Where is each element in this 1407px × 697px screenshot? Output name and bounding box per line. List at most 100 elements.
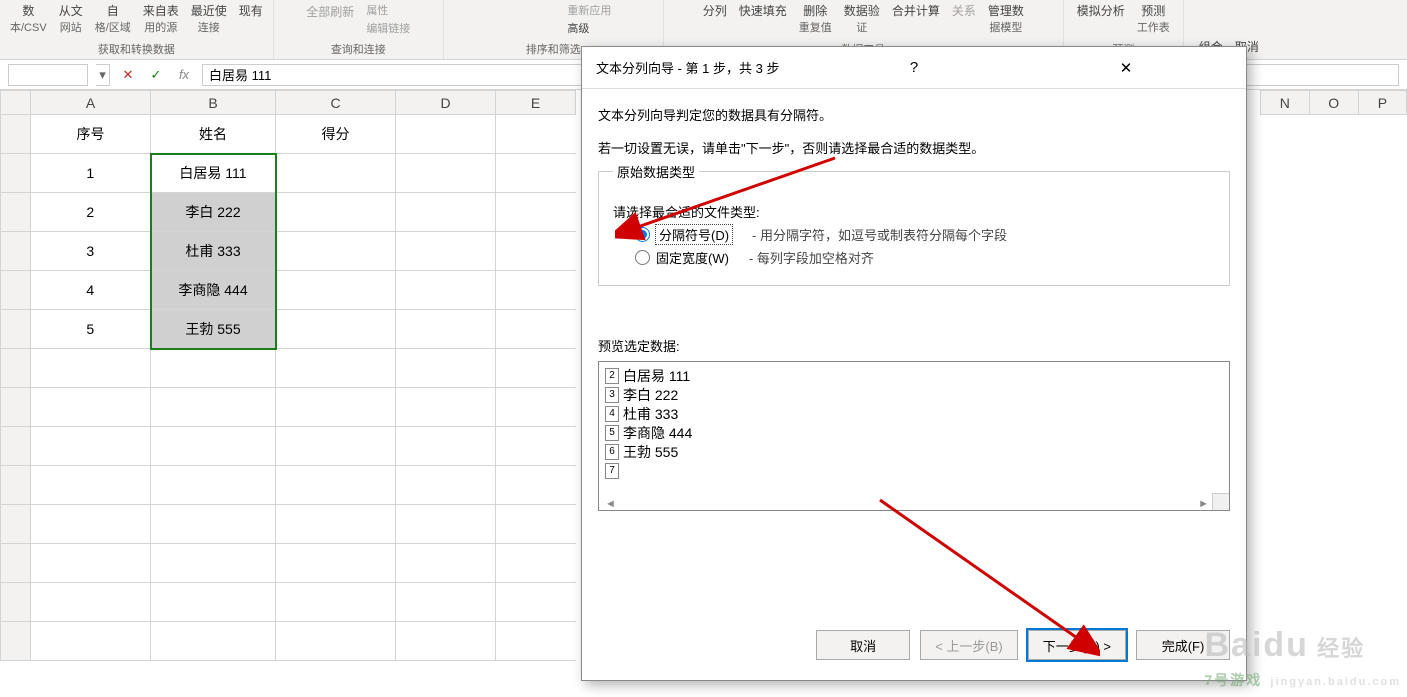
ribbon-item-sort[interactable]: 排序: [491, 0, 523, 37]
cell[interactable]: [276, 271, 396, 310]
cell[interactable]: [276, 232, 396, 271]
back-button[interactable]: < 上一步(B): [920, 630, 1018, 660]
cell[interactable]: [396, 466, 496, 505]
cell[interactable]: [151, 505, 276, 544]
cell[interactable]: 姓名: [151, 115, 276, 154]
cell[interactable]: [496, 232, 576, 271]
cell[interactable]: [496, 154, 576, 193]
cell[interactable]: [396, 388, 496, 427]
cell[interactable]: [496, 544, 576, 583]
ribbon-item-refreshall[interactable]: 全部刷新: [302, 1, 358, 37]
cell[interactable]: [496, 349, 576, 388]
ribbon-item-validation[interactable]: 数据验证: [840, 0, 884, 37]
row-header[interactable]: [1, 193, 31, 232]
cell[interactable]: [276, 583, 396, 622]
cell[interactable]: [276, 310, 396, 349]
cell[interactable]: [396, 193, 496, 232]
ribbon-item-datamodel[interactable]: 管理数据模型: [984, 0, 1028, 37]
cell[interactable]: [496, 622, 576, 661]
row-header[interactable]: [1, 466, 31, 505]
cell[interactable]: 4: [31, 271, 151, 310]
row-header[interactable]: [1, 505, 31, 544]
col-header[interactable]: A: [31, 91, 151, 115]
cell[interactable]: [276, 388, 396, 427]
ribbon-item-recent[interactable]: 最近使连接: [187, 0, 231, 37]
cell[interactable]: [396, 232, 496, 271]
cell[interactable]: [396, 622, 496, 661]
cell[interactable]: 得分: [276, 115, 396, 154]
cell[interactable]: [31, 466, 151, 505]
row-header[interactable]: [1, 349, 31, 388]
cell[interactable]: [496, 193, 576, 232]
ribbon-item-removedup[interactable]: 删除重复值: [795, 0, 836, 37]
radio-delimited-input[interactable]: [635, 227, 650, 242]
ribbon-item-fromtext[interactable]: 从文网站: [55, 0, 87, 37]
col-header[interactable]: P: [1358, 91, 1406, 115]
cell[interactable]: [496, 115, 576, 154]
cell[interactable]: [151, 466, 276, 505]
row-header[interactable]: [1, 271, 31, 310]
select-all-corner[interactable]: [1, 91, 31, 115]
cell[interactable]: 3: [31, 232, 151, 271]
preview-box[interactable]: 2白居易 111 3李白 222 4杜甫 333 5李商隐 444 6王勃 55…: [598, 361, 1230, 511]
cell[interactable]: [396, 115, 496, 154]
cell[interactable]: [496, 466, 576, 505]
radio-fixed-width[interactable]: 固定宽度(W): [635, 248, 729, 267]
row-header[interactable]: [1, 310, 31, 349]
cell[interactable]: 序号: [31, 115, 151, 154]
cell[interactable]: [496, 505, 576, 544]
ribbon-item-editlinks[interactable]: 编辑链接: [362, 19, 414, 37]
cell[interactable]: 1: [31, 154, 151, 193]
help-icon[interactable]: ?: [808, 59, 1020, 76]
cell[interactable]: [151, 388, 276, 427]
cell-selected[interactable]: 杜甫 333: [151, 232, 276, 271]
cell[interactable]: [496, 271, 576, 310]
cell[interactable]: [31, 388, 151, 427]
cell[interactable]: [151, 349, 276, 388]
cell[interactable]: [151, 583, 276, 622]
cell-selected[interactable]: 王勃 555: [151, 310, 276, 349]
ribbon-item-data[interactable]: 数本/CSV: [6, 0, 51, 37]
cell[interactable]: [396, 583, 496, 622]
next-button[interactable]: 下一步(N) >: [1028, 630, 1126, 660]
row-header[interactable]: [1, 154, 31, 193]
cell[interactable]: [31, 583, 151, 622]
col-header[interactable]: N: [1261, 91, 1310, 115]
cell[interactable]: [31, 544, 151, 583]
cell[interactable]: [396, 427, 496, 466]
cell[interactable]: [396, 154, 496, 193]
cell[interactable]: [31, 427, 151, 466]
cell[interactable]: [31, 622, 151, 661]
close-icon[interactable]: ✕: [1020, 59, 1232, 77]
cell[interactable]: [396, 349, 496, 388]
ribbon-item-reapply[interactable]: 重新应用: [563, 1, 615, 19]
cell[interactable]: [396, 271, 496, 310]
radio-fixed-input[interactable]: [635, 250, 650, 265]
ribbon-item-fromweb[interactable]: 自格/区域: [91, 0, 135, 37]
ribbon-item-fromtable[interactable]: 来自表用的源: [139, 0, 183, 37]
name-box-dropdown-icon[interactable]: ▾: [96, 64, 110, 86]
fx-icon[interactable]: fx: [174, 67, 194, 82]
cancel-button[interactable]: 取消: [816, 630, 910, 660]
col-header[interactable]: D: [396, 91, 496, 115]
cell[interactable]: 2: [31, 193, 151, 232]
ribbon-item-properties[interactable]: 属性: [362, 1, 414, 19]
cell[interactable]: [276, 154, 396, 193]
col-header[interactable]: O: [1309, 91, 1358, 115]
cell[interactable]: [496, 388, 576, 427]
col-header[interactable]: C: [276, 91, 396, 115]
cell[interactable]: [276, 505, 396, 544]
cell[interactable]: [396, 544, 496, 583]
cell[interactable]: [496, 310, 576, 349]
row-header[interactable]: [1, 232, 31, 271]
row-header[interactable]: [1, 115, 31, 154]
cell[interactable]: 5: [31, 310, 151, 349]
scroll-right-icon[interactable]: ►: [1198, 498, 1209, 510]
cell[interactable]: [276, 193, 396, 232]
row-header[interactable]: [1, 622, 31, 661]
cell[interactable]: [496, 583, 576, 622]
row-header[interactable]: [1, 388, 31, 427]
ribbon-item-relations[interactable]: 关系: [948, 0, 980, 37]
col-header[interactable]: E: [496, 91, 576, 115]
ribbon-item-advanced[interactable]: 高级: [563, 19, 615, 37]
